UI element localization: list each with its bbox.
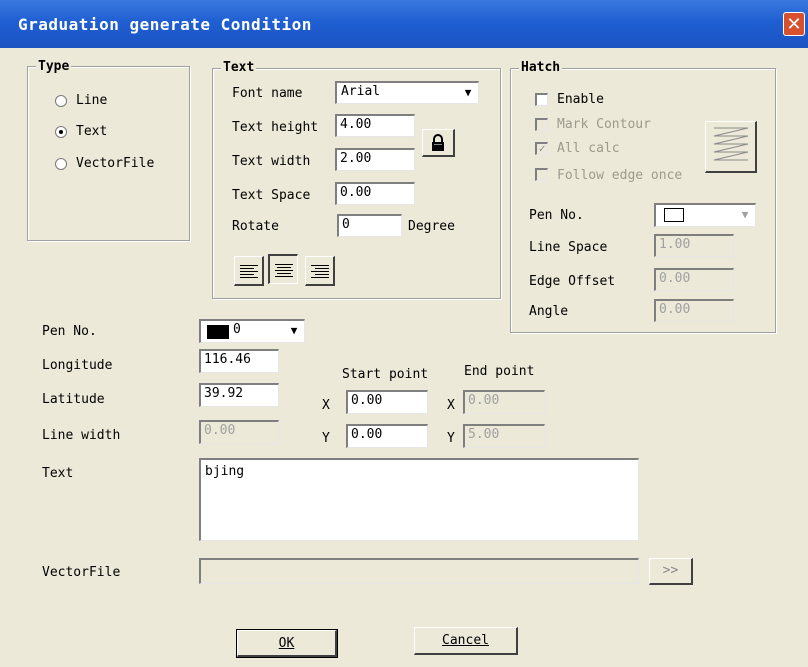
line-space-input[interactable]: 1.00 — [654, 234, 734, 257]
start-x-label: X — [322, 398, 330, 413]
close-button[interactable]: ✕ — [783, 12, 805, 36]
text-space-input[interactable]: 0.00 — [335, 182, 415, 205]
line-width-label: Line width — [42, 428, 121, 443]
text-space-label: Text Space — [232, 188, 311, 203]
text-width-label: Text width — [232, 154, 311, 169]
font-name-label: Font name — [232, 86, 303, 101]
align-right-button[interactable] — [305, 256, 335, 286]
hatch-pattern-icon — [713, 127, 748, 161]
text-height-input[interactable]: 4.00 — [335, 114, 415, 137]
follow-edge-checkbox[interactable] — [535, 168, 548, 181]
type-group — [27, 66, 190, 241]
hatch-pen-select[interactable]: ▼ — [654, 203, 756, 227]
chevron-down-icon: ▼ — [464, 86, 472, 99]
pen-no-select[interactable]: 0 ▼ — [199, 319, 305, 343]
lock-ratio-button[interactable] — [422, 129, 455, 157]
end-x-label: X — [447, 398, 455, 413]
pen-color-swatch — [207, 325, 229, 339]
rotate-input[interactable]: 0 — [337, 214, 402, 237]
hatch-group — [510, 68, 776, 333]
cancel-button[interactable]: Cancel — [414, 627, 518, 655]
font-name-value: Arial — [341, 84, 381, 99]
radio-text-label[interactable]: Text — [76, 124, 107, 139]
all-calc-checkbox[interactable]: ✓ — [535, 142, 548, 155]
start-x-input[interactable]: 0.00 — [346, 390, 428, 414]
radio-vectorfile-label[interactable]: VectorFile — [76, 156, 154, 171]
rotate-unit: Degree — [408, 219, 455, 234]
text-label: Text — [42, 466, 74, 481]
close-icon: ✕ — [786, 14, 802, 35]
chevron-down-icon: ▼ — [741, 208, 749, 221]
longitude-label: Longitude — [42, 358, 113, 373]
text-area[interactable]: bjing — [199, 458, 639, 541]
end-point-label: End point — [464, 364, 535, 379]
edge-offset-input[interactable]: 0.00 — [654, 268, 734, 291]
latitude-label: Latitude — [42, 392, 105, 407]
start-point-label: Start point — [342, 367, 429, 382]
radio-text[interactable] — [55, 126, 67, 138]
type-group-title: Type — [36, 59, 72, 74]
rotate-label: Rotate — [232, 219, 279, 234]
end-y-input[interactable]: 5.00 — [463, 424, 545, 448]
font-name-select[interactable]: Arial ▼ — [335, 81, 479, 104]
lock-icon — [432, 134, 444, 151]
ok-button[interactable]: OK — [236, 629, 338, 658]
align-center-button[interactable] — [268, 254, 298, 284]
radio-vectorfile[interactable] — [55, 158, 67, 170]
radio-line[interactable] — [55, 95, 67, 107]
pen-no-value: 0 — [233, 322, 241, 337]
start-y-input[interactable]: 0.00 — [346, 424, 428, 448]
end-x-input[interactable]: 0.00 — [463, 390, 545, 414]
browse-button[interactable]: >> — [649, 558, 693, 585]
edge-offset-label: Edge Offset — [529, 274, 616, 289]
hatch-group-title: Hatch — [519, 60, 563, 75]
enable-label[interactable]: Enable — [557, 92, 604, 107]
end-y-label: Y — [447, 431, 455, 446]
hatch-pen-no-label: Pen No. — [529, 208, 584, 223]
window-title: Graduation generate Condition — [18, 15, 312, 34]
angle-label: Angle — [529, 304, 569, 319]
angle-input[interactable]: 0.00 — [654, 299, 734, 322]
line-width-input[interactable]: 0.00 — [199, 420, 279, 444]
longitude-input[interactable]: 116.46 — [199, 349, 279, 373]
latitude-input[interactable]: 39.92 — [199, 383, 279, 407]
enable-checkbox[interactable] — [535, 93, 548, 106]
vectorfile-label: VectorFile — [42, 565, 121, 580]
mark-contour-label[interactable]: Mark Contour — [557, 117, 651, 132]
mark-contour-checkbox[interactable] — [535, 118, 548, 131]
vectorfile-input[interactable] — [199, 558, 639, 584]
text-height-label: Text height — [232, 120, 319, 135]
follow-edge-label[interactable]: Follow edge once — [557, 168, 682, 183]
chevron-down-icon: ▼ — [290, 324, 298, 337]
radio-line-label[interactable]: Line — [76, 93, 107, 108]
line-space-label: Line Space — [529, 240, 608, 255]
hatch-pattern-button[interactable] — [705, 121, 757, 173]
text-group-title: Text — [221, 60, 257, 75]
align-left-button[interactable] — [234, 256, 264, 286]
pen-color-swatch — [664, 208, 684, 222]
text-width-input[interactable]: 2.00 — [335, 148, 415, 171]
start-y-label: Y — [322, 431, 330, 446]
all-calc-label[interactable]: All calc — [557, 141, 620, 156]
pen-no-label: Pen No. — [42, 324, 97, 339]
